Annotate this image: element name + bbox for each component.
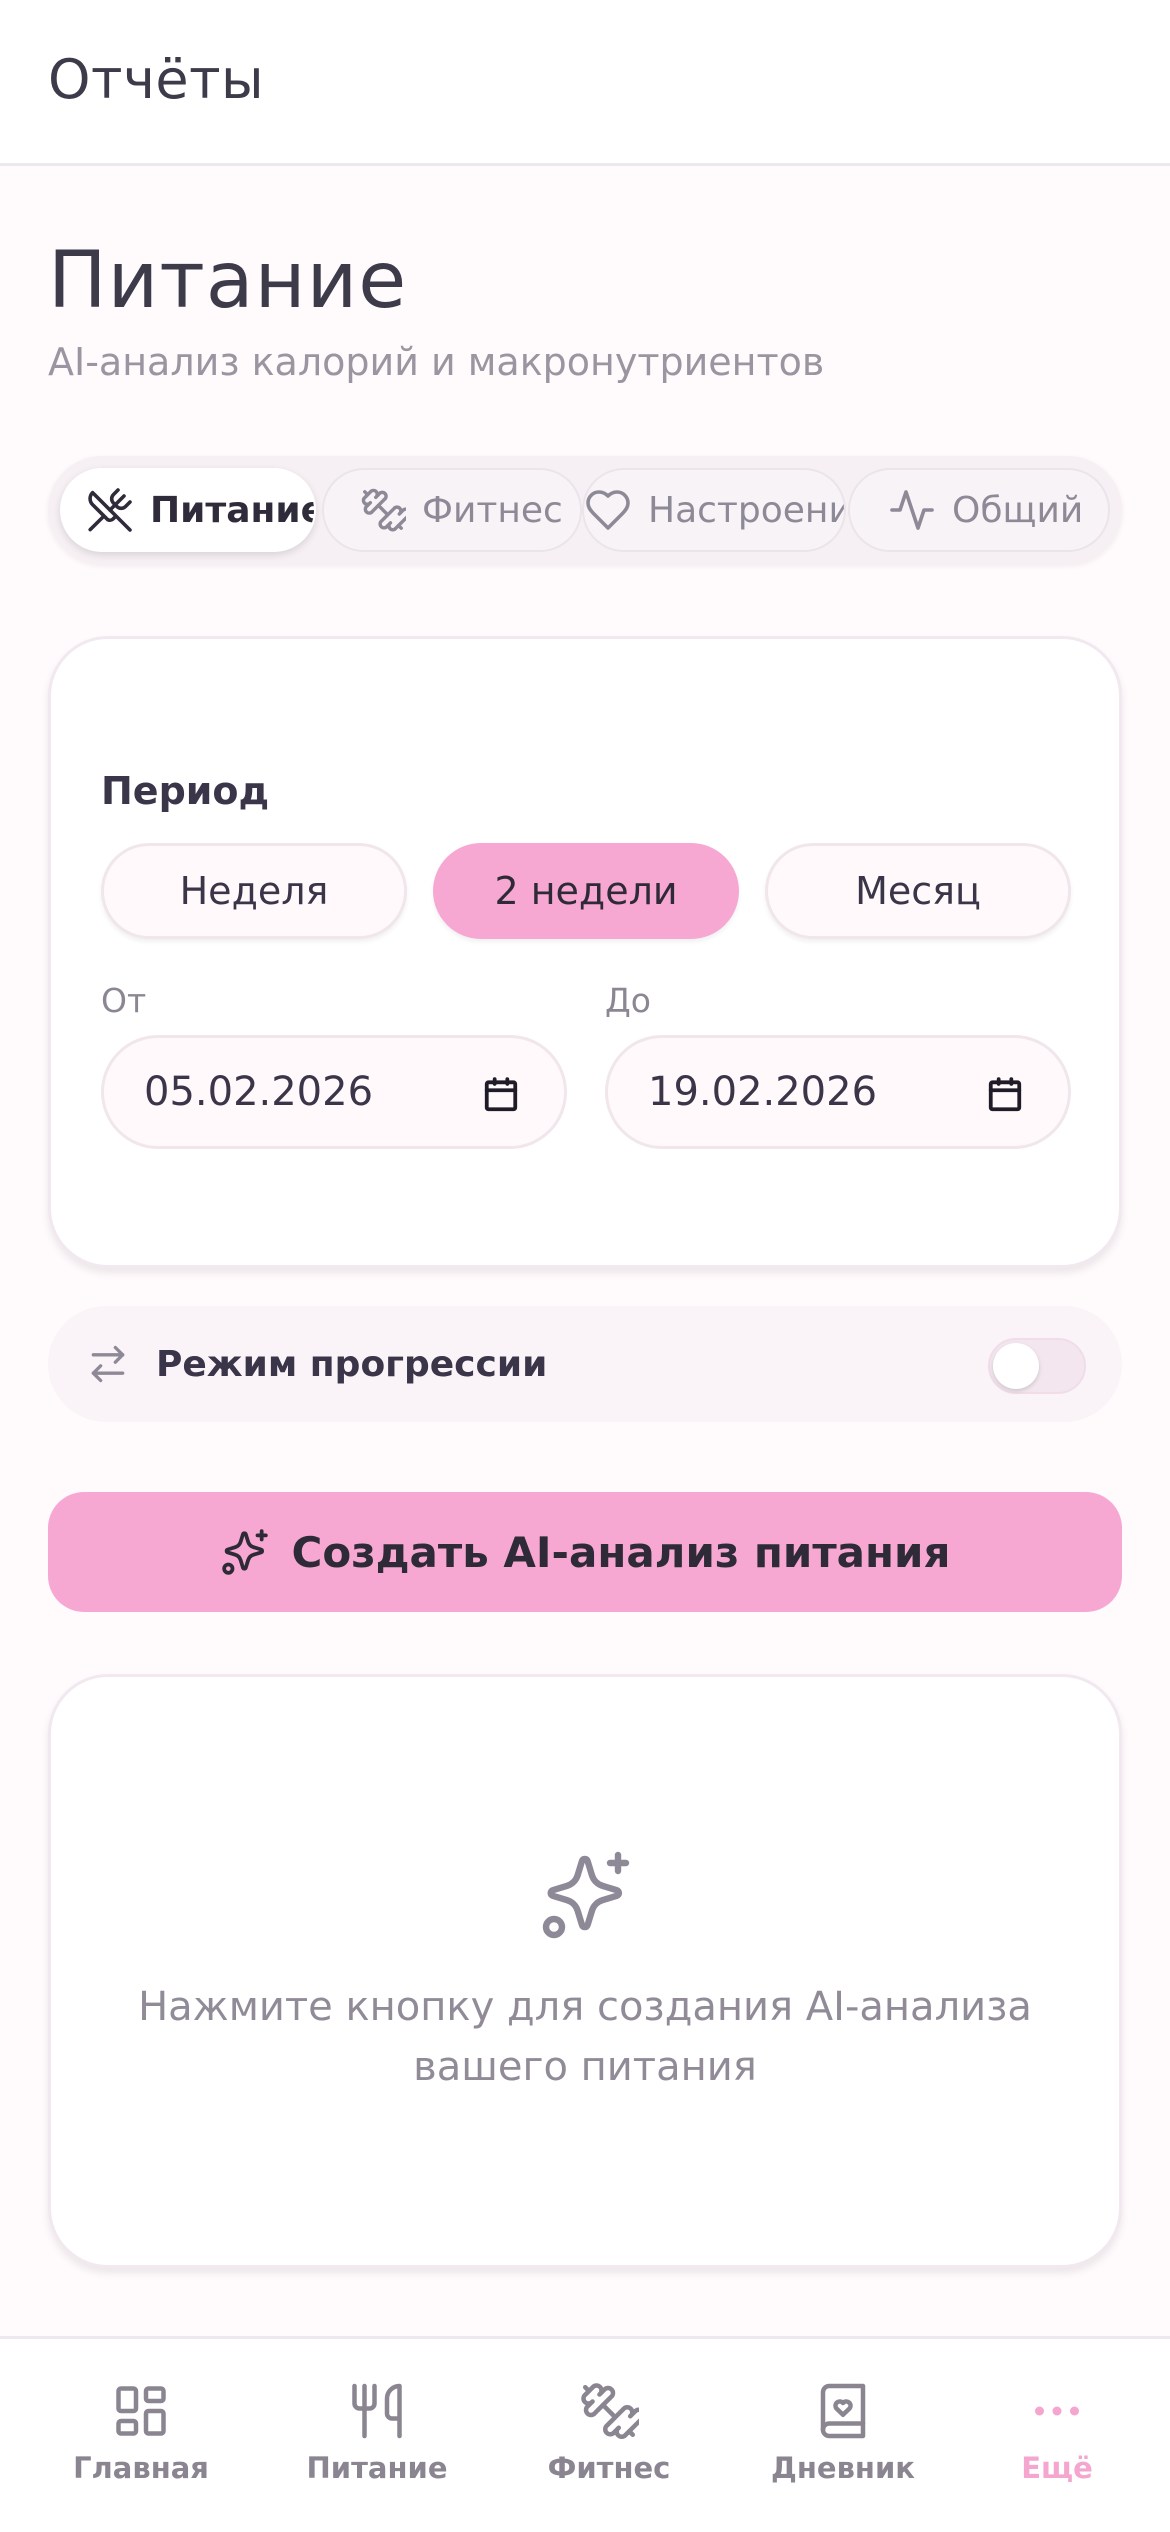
heart-icon [586,490,630,530]
more-dots-icon [1035,2406,1079,2416]
dashboard-icon [116,2386,166,2436]
empty-state-card: Нажмите кнопку для создания AI-анализа в… [48,1674,1122,2268]
journal-icon [820,2383,866,2439]
create-ai-analysis-label: Создать AI-анализ питания [291,1527,951,1577]
nav-item-journal[interactable]: Дневник [726,2339,960,2532]
period-label: Период [101,769,270,813]
tab-mood[interactable]: Настроение [582,468,846,552]
to-date-input[interactable]: 19.02.2026 [605,1035,1071,1149]
tab-fitness[interactable]: Фитнес [322,468,582,552]
nav-item-fitness[interactable]: Фитнес [492,2339,726,2532]
nav-label: Фитнес [547,2451,671,2485]
period-month-button[interactable]: Месяц [765,843,1071,939]
tab-nutrition[interactable]: Питание [60,468,316,552]
arrows-left-right-icon [91,1345,125,1383]
progression-mode-label: Режим прогрессии [156,1344,548,1385]
nav-label: Ещё [1021,2451,1093,2485]
app-bar-title: Отчёты [48,48,265,111]
create-ai-analysis-button[interactable]: Создать AI-анализ питания [48,1492,1122,1612]
nav-item-home[interactable]: Главная [24,2339,258,2532]
from-date-input[interactable]: 05.02.2026 [101,1035,567,1149]
period-week-button[interactable]: Неделя [101,843,407,939]
tab-label: Настроение [648,489,844,531]
page-subtitle: AI-анализ калорий и макронутриентов [48,340,825,384]
tab-label: Питание [150,489,316,531]
from-date-label: От [101,981,147,1020]
from-date-value: 05.02.2026 [144,1069,374,1115]
utensils-crossed-icon [88,488,132,532]
nav-item-more[interactable]: Ещё [940,2339,1170,2532]
nav-label: Дневник [771,2451,915,2485]
dumbbell-icon [581,2383,639,2439]
tab-general[interactable]: Общий [848,468,1110,552]
calendar-icon[interactable] [986,1076,1024,1114]
progression-mode-toggle[interactable] [988,1338,1086,1394]
utensils-icon [352,2383,402,2439]
bottom-navigation: Главная Питание Фитнес Дневник Ещё [0,2336,1170,2532]
activity-icon [890,490,934,530]
nav-label: Питание [306,2451,448,2485]
sparkles-icon [542,1851,630,1939]
dumbbell-icon [361,488,406,532]
to-date-value: 19.02.2026 [648,1069,878,1115]
tab-label: Фитнес [422,489,563,531]
page-title: Питание [48,236,408,326]
to-date-label: До [605,981,651,1020]
period-card: Период Неделя 2 недели Месяц От До 05.02… [48,636,1122,1268]
empty-state-line-2: вашего питания [413,2044,757,2090]
sparkles-icon [221,1529,268,1575]
empty-state-text: Нажмите кнопку для создания AI-анализа в… [51,1977,1119,2097]
calendar-icon[interactable] [482,1076,520,1114]
toggle-knob [993,1343,1039,1389]
report-type-tabs: Питание Фитнес Настроение Общий [48,456,1122,564]
nav-label: Главная [73,2451,209,2485]
progression-mode-row: Режим прогрессии [48,1306,1122,1422]
tab-label: Общий [952,489,1084,531]
period-two-weeks-button[interactable]: 2 недели [433,843,739,939]
empty-state-line-1: Нажмите кнопку для создания AI-анализа [138,1984,1032,2030]
top-app-bar: Отчёты [0,0,1170,166]
nav-item-nutrition[interactable]: Питание [260,2339,494,2532]
